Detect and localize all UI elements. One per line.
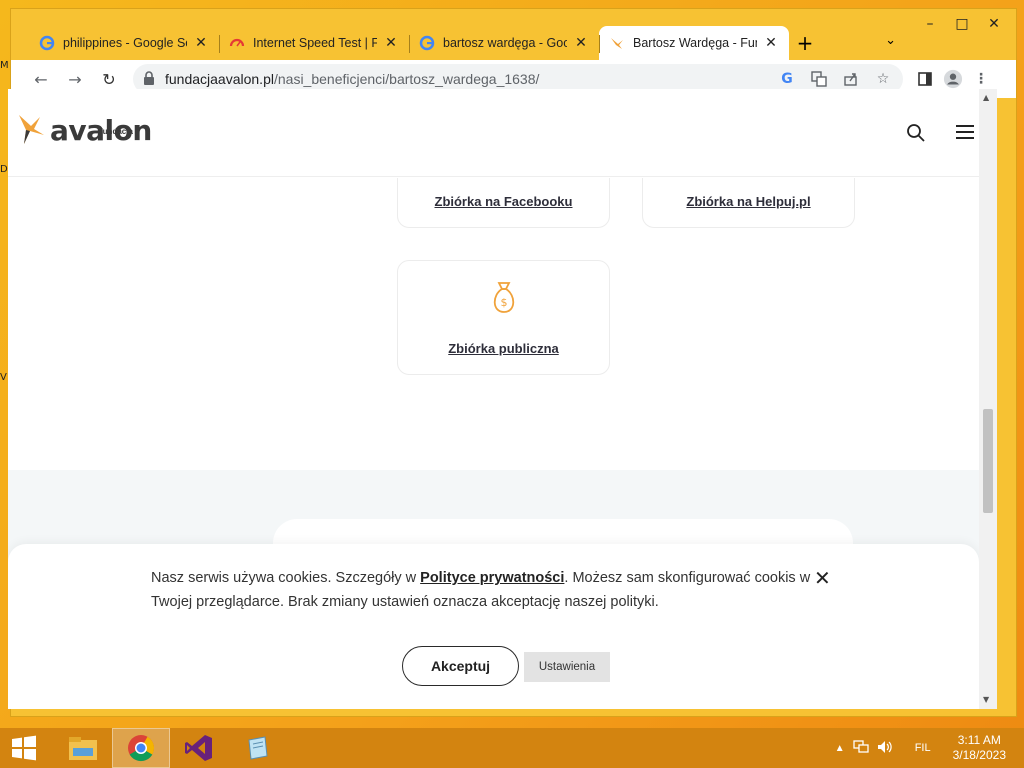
money-bag-icon: $ — [490, 279, 518, 320]
windows-logo-icon — [12, 735, 36, 761]
tab-avalon[interactable]: Bartosz Wardęga - Fund ✕ — [599, 26, 789, 60]
url-host: fundacjaavalon.pl — [165, 71, 274, 87]
accept-cookies-button[interactable]: Akceptuj — [402, 646, 519, 686]
visual-studio-taskbar-icon[interactable] — [170, 728, 228, 768]
start-button[interactable] — [0, 728, 48, 768]
speedometer-icon — [229, 35, 245, 51]
close-tab-icon[interactable]: ✕ — [383, 35, 399, 51]
close-icon[interactable]: ✕ — [814, 566, 831, 590]
network-icon[interactable] — [853, 739, 869, 757]
fundraiser-link-facebook[interactable]: Zbiórka na Facebooku — [435, 194, 573, 209]
system-tray: ▲ FIL 3:11 AM 3/18/2023 — [835, 728, 1024, 768]
tab-speed-test[interactable]: Internet Speed Test | Fa ✕ — [219, 26, 409, 60]
search-icon[interactable] — [906, 123, 926, 148]
logo-fundacja: fundacja — [100, 127, 133, 136]
scroll-up-icon[interactable]: ▲ — [983, 93, 989, 102]
new-tab-button[interactable]: + — [789, 26, 821, 60]
cookie-text-start: Nasz serwis używa cookies. Szczegóły w — [151, 570, 421, 586]
google-lens-icon[interactable]: G — [777, 69, 797, 89]
tab-title: philippines - Google Se — [63, 36, 187, 50]
scroll-thumb[interactable] — [983, 409, 993, 513]
close-tab-icon[interactable]: ✕ — [193, 35, 209, 51]
clock-date: 3/18/2023 — [952, 748, 1006, 762]
window-controls: – □ ✕ — [914, 13, 1010, 35]
lock-icon — [143, 70, 157, 88]
close-tab-icon[interactable]: ✕ — [573, 35, 589, 51]
site-header: avalon fundacja — [8, 89, 979, 177]
bookmark-star-icon[interactable]: ☆ — [873, 69, 893, 89]
fundraiser-link-public[interactable]: Zbiórka publiczna — [448, 341, 559, 356]
minimize-button[interactable]: – — [914, 13, 946, 35]
fundraiser-card-facebook[interactable]: Zbiórka na Facebooku — [397, 178, 610, 228]
fundraiser-card-helpuj[interactable]: Zbiórka na Helpuj.pl — [642, 178, 855, 228]
google-icon — [39, 35, 55, 51]
clock-time: 3:11 AM — [957, 733, 1001, 747]
page-viewport: avalon fundacja Zbiórka na Facebooku Zbi… — [8, 89, 979, 709]
google-icon — [419, 35, 435, 51]
tab-strip: philippines - Google Se ✕ Internet Speed… — [29, 26, 899, 60]
scroll-down-icon[interactable]: ▼ — [983, 695, 989, 704]
avalon-bird-icon — [19, 115, 44, 144]
tab-title: Bartosz Wardęga - Fund — [633, 36, 757, 50]
page-scrollbar[interactable]: ▲ ▼ — [979, 89, 997, 709]
svg-text:$: $ — [500, 296, 507, 309]
share-icon[interactable] — [841, 69, 861, 89]
tab-search-chevron-icon[interactable]: ⌄ — [885, 33, 896, 48]
avalon-bird-icon — [609, 35, 625, 51]
avalon-logo[interactable]: avalon fundacja — [16, 111, 152, 147]
more-menu-icon[interactable]: ⋮ — [971, 69, 991, 89]
cookie-text: Nasz serwis używa cookies. Szczegóły w P… — [151, 566, 811, 614]
side-panel-icon[interactable] — [915, 69, 935, 89]
profile-avatar-icon[interactable] — [943, 69, 963, 89]
url-path: /nasi_beneficjenci/bartosz_wardega_1638/ — [273, 71, 540, 87]
hamburger-menu-icon[interactable] — [956, 125, 974, 144]
close-window-button[interactable]: ✕ — [978, 13, 1010, 35]
tab-google-philippines[interactable]: philippines - Google Se ✕ — [29, 26, 219, 60]
privacy-policy-link[interactable]: Polityce prywatności — [420, 570, 564, 586]
chrome-taskbar-icon[interactable] — [112, 728, 170, 768]
maximize-button[interactable]: □ — [946, 13, 978, 35]
close-tab-icon[interactable]: ✕ — [763, 35, 779, 51]
file-explorer-taskbar-icon[interactable] — [54, 728, 112, 768]
cookie-banner: Nasz serwis używa cookies. Szczegóły w P… — [8, 544, 979, 709]
fundraiser-card-public[interactable]: $ Zbiórka publiczna — [397, 260, 610, 375]
cookie-settings-button[interactable]: Ustawienia — [524, 652, 610, 682]
volume-icon[interactable] — [877, 740, 893, 757]
show-hidden-icons-chevron-icon[interactable]: ▲ — [835, 743, 845, 754]
tab-google-bartosz[interactable]: bartosz wardęga - Goo ✕ — [409, 26, 599, 60]
tab-title: Internet Speed Test | Fa — [253, 36, 377, 50]
language-indicator[interactable]: FIL — [915, 742, 931, 754]
notepad-taskbar-icon[interactable] — [228, 728, 286, 768]
fundraiser-link-helpuj[interactable]: Zbiórka na Helpuj.pl — [686, 194, 810, 209]
translate-icon[interactable] — [809, 69, 829, 89]
windows-taskbar: ▲ FIL 3:11 AM 3/18/2023 — [0, 728, 1024, 768]
clock[interactable]: 3:11 AM 3/18/2023 — [953, 733, 1006, 763]
tab-title: bartosz wardęga - Goo — [443, 36, 567, 50]
